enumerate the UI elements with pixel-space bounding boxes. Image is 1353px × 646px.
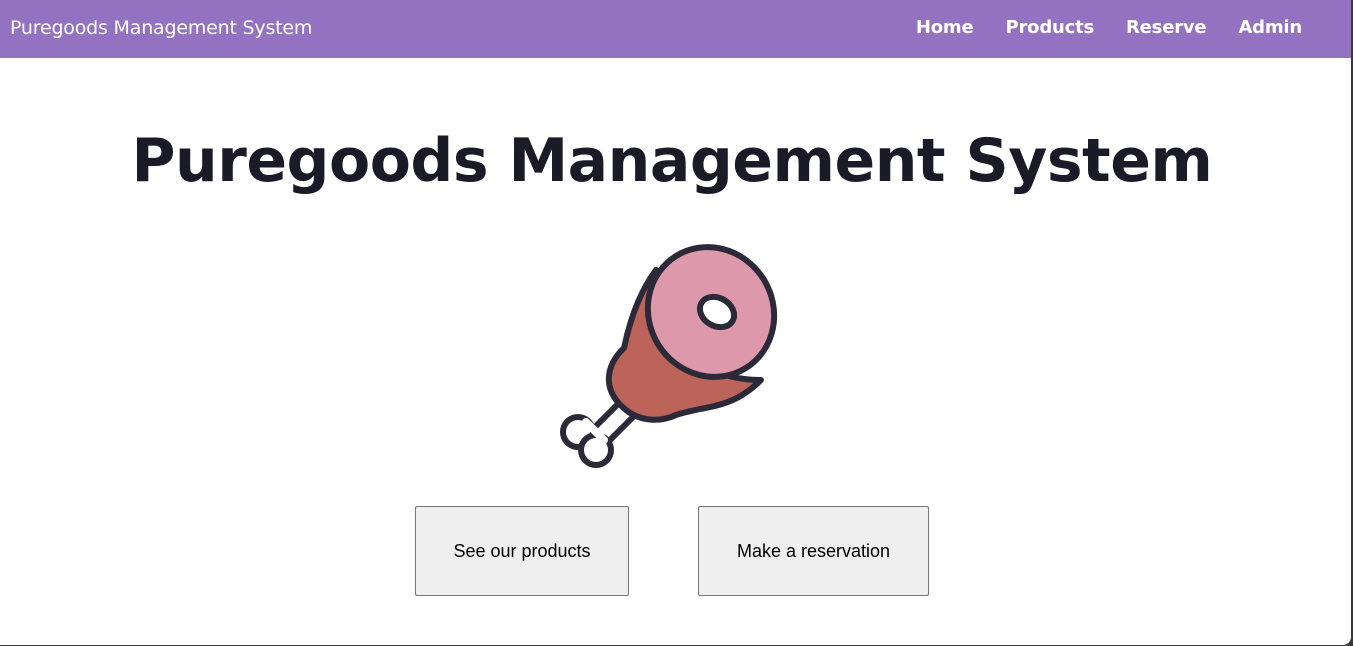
nav-link-products[interactable]: Products — [1005, 17, 1094, 38]
browser-window: Puregoods Management System Home Product… — [0, 0, 1351, 645]
page-title: Puregoods Management System — [131, 126, 1213, 196]
see-products-button[interactable]: See our products — [415, 506, 629, 596]
brand-title[interactable]: Puregoods Management System — [10, 17, 312, 39]
nav-link-home[interactable]: Home — [916, 17, 974, 38]
nav-link-reserve[interactable]: Reserve — [1126, 17, 1207, 38]
nav-links: Home Products Reserve Admin — [884, 17, 1302, 38]
ham-icon — [560, 244, 778, 468]
top-navbar: Puregoods Management System Home Product… — [0, 0, 1351, 58]
make-reservation-button[interactable]: Make a reservation — [698, 506, 929, 596]
nav-link-admin[interactable]: Admin — [1238, 17, 1302, 38]
